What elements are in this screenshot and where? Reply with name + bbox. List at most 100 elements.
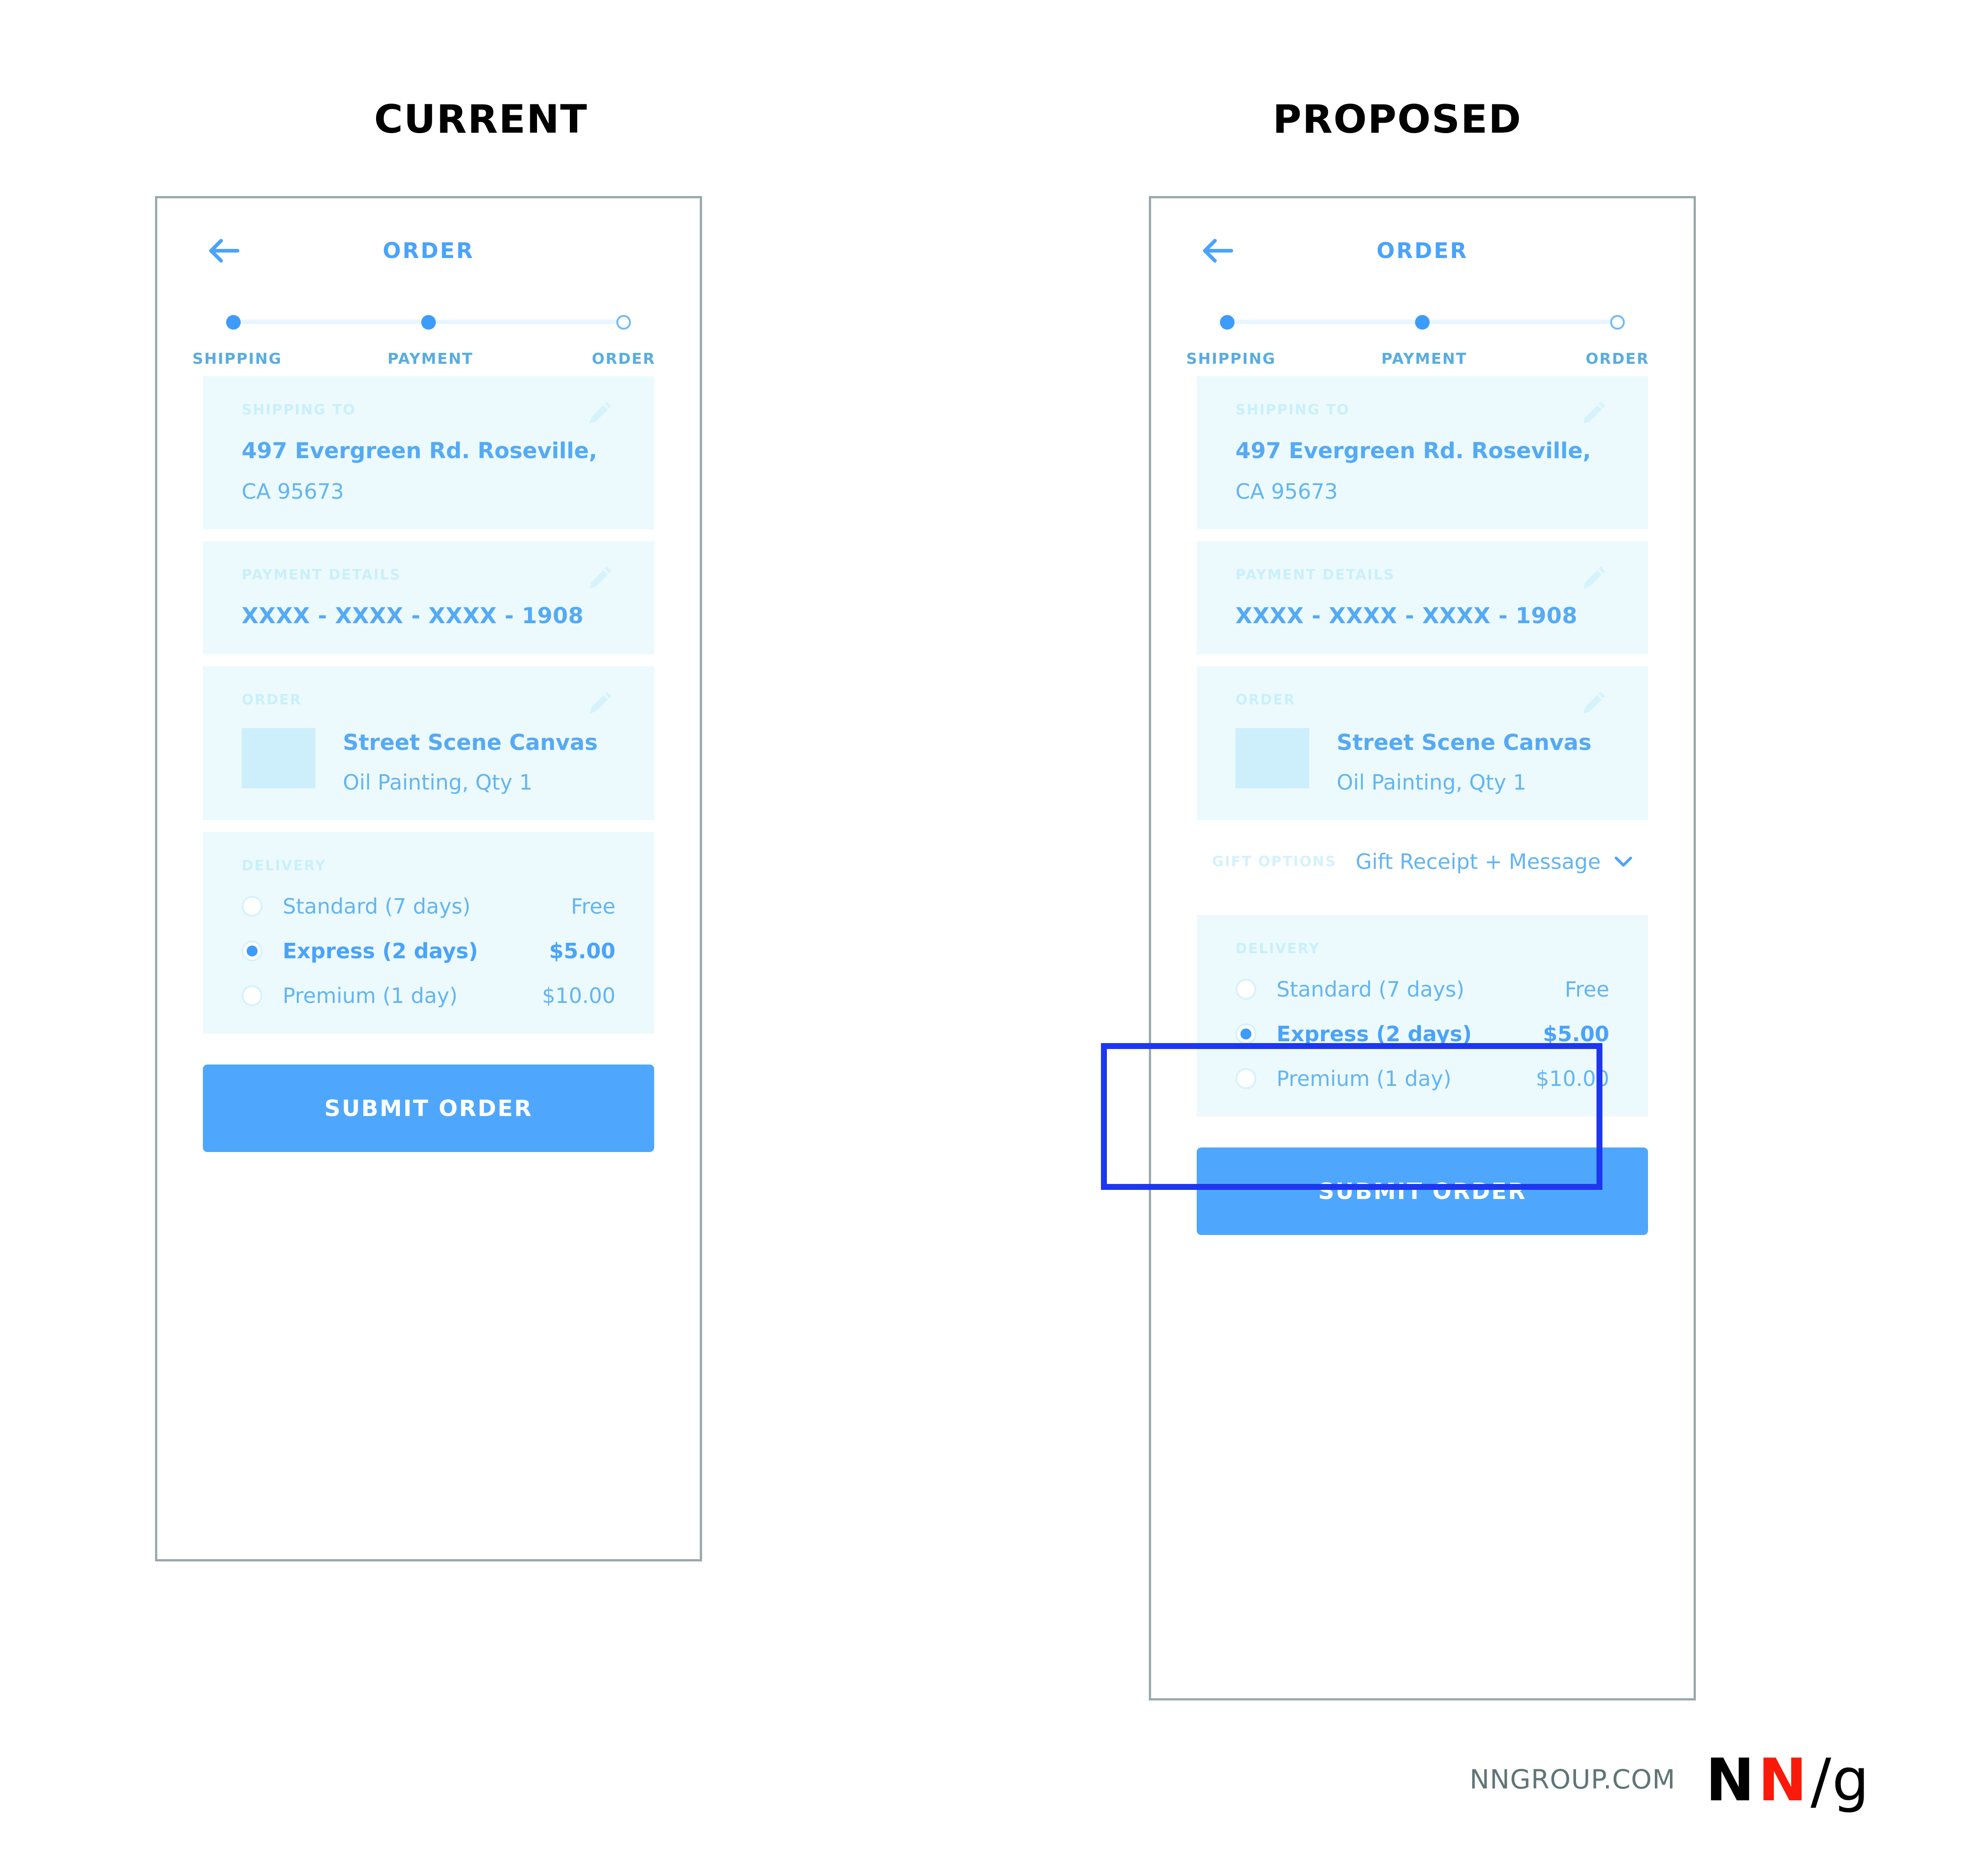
nng-logo: N N / g bbox=[1705, 1746, 1869, 1817]
product-subtitle: Oil Painting, Qty 1 bbox=[343, 770, 532, 795]
payment-card-number: XXXX - XXXX - XXXX - 1908 bbox=[1235, 603, 1578, 629]
delivery-option-label: Express (2 days) bbox=[1276, 1022, 1472, 1046]
delivery-option-price: Free bbox=[571, 894, 615, 919]
delivery-option-price: $10.00 bbox=[542, 983, 615, 1008]
shipping-card-label: SHIPPING TO bbox=[242, 402, 356, 418]
delivery-card: DELIVERY Standard (7 days) Free Express … bbox=[1197, 915, 1648, 1116]
gift-options-row[interactable]: GIFT OPTIONS Gift Receipt + Message bbox=[1197, 820, 1648, 903]
delivery-card-label: DELIVERY bbox=[242, 858, 326, 874]
delivery-option-label: Standard (7 days) bbox=[283, 894, 471, 919]
stepper-label-payment: PAYMENT bbox=[388, 350, 474, 367]
payment-card-label: PAYMENT DETAILS bbox=[242, 567, 401, 583]
delivery-option-express[interactable]: Express (2 days) $5.00 bbox=[1235, 1022, 1609, 1046]
pencil-icon[interactable] bbox=[1581, 565, 1607, 591]
product-info: Street Scene Canvas Oil Painting, Qty 1 bbox=[343, 728, 598, 795]
stepper-dot-payment bbox=[421, 315, 436, 330]
payment-card: PAYMENT DETAILS XXXX - XXXX - XXXX - 190… bbox=[1197, 541, 1648, 654]
radio-express[interactable] bbox=[1235, 1023, 1256, 1044]
stepper-dot-payment bbox=[1415, 315, 1430, 330]
payment-card-number: XXXX - XXXX - XXXX - 1908 bbox=[242, 603, 584, 629]
delivery-option-label: Express (2 days) bbox=[283, 939, 478, 963]
back-arrow-icon[interactable] bbox=[207, 234, 240, 267]
stepper-step-order[interactable]: ORDER bbox=[1576, 303, 1658, 367]
stepper-label-shipping: SHIPPING bbox=[1186, 350, 1276, 367]
stepper-step-order[interactable]: ORDER bbox=[583, 303, 665, 367]
shipping-address-line2: CA 95673 bbox=[242, 479, 344, 504]
stepper-dot-order bbox=[1610, 315, 1625, 330]
delivery-option-premium[interactable]: Premium (1 day) $10.00 bbox=[242, 983, 615, 1008]
radio-standard[interactable] bbox=[242, 896, 263, 917]
chevron-down-icon[interactable] bbox=[1614, 856, 1633, 868]
shipping-address-line1: 497 Evergreen Rd. Roseville, bbox=[242, 438, 597, 464]
footer: NNGROUP.COM N N / g bbox=[1469, 1746, 1869, 1817]
product-name: Street Scene Canvas bbox=[343, 730, 598, 755]
shipping-card: SHIPPING TO 497 Evergreen Rd. Roseville,… bbox=[203, 376, 654, 529]
stepper-dot-shipping bbox=[226, 315, 241, 330]
screen-current: ORDER SHIPPING PAYMENT ORDER SHIPPING TO bbox=[157, 198, 700, 1559]
stepper-step-shipping[interactable]: SHIPPING bbox=[1186, 303, 1276, 367]
logo-letter-n1: N bbox=[1705, 1747, 1755, 1814]
product-thumbnail bbox=[1235, 728, 1309, 788]
delivery-option-express[interactable]: Express (2 days) $5.00 bbox=[242, 939, 615, 963]
submit-order-label: SUBMIT ORDER bbox=[324, 1095, 533, 1121]
radio-premium[interactable] bbox=[242, 985, 263, 1006]
order-card: ORDER Street Scene Canvas Oil Painting, … bbox=[1197, 666, 1648, 820]
delivery-option-price: Free bbox=[1565, 977, 1609, 1002]
phone-mockup-proposed: ORDER SHIPPING PAYMENT ORDER SHIPPING TO bbox=[1149, 196, 1696, 1700]
gift-options-value: Gift Receipt + Message bbox=[1355, 849, 1601, 874]
pencil-icon[interactable] bbox=[587, 690, 613, 716]
submit-order-label: SUBMIT ORDER bbox=[1318, 1178, 1527, 1204]
delivery-options-list: Standard (7 days) Free Express (2 days) … bbox=[242, 894, 615, 1008]
gift-options-label: GIFT OPTIONS bbox=[1212, 853, 1337, 870]
page-title: ORDER bbox=[382, 238, 475, 264]
stepper-label-order: ORDER bbox=[1586, 350, 1649, 367]
shipping-address-line2: CA 95673 bbox=[1235, 479, 1338, 504]
product-thumbnail bbox=[242, 728, 315, 788]
stepper-step-payment[interactable]: PAYMENT bbox=[388, 303, 474, 367]
back-arrow-icon[interactable] bbox=[1201, 234, 1234, 267]
order-card-label: ORDER bbox=[1235, 692, 1296, 708]
screen-proposed: ORDER SHIPPING PAYMENT ORDER SHIPPING TO bbox=[1151, 198, 1694, 1698]
payment-card-label: PAYMENT DETAILS bbox=[1235, 567, 1395, 583]
radio-standard[interactable] bbox=[1235, 979, 1256, 1000]
submit-order-button[interactable]: SUBMIT ORDER bbox=[203, 1065, 654, 1152]
delivery-card: DELIVERY Standard (7 days) Free Express … bbox=[203, 832, 654, 1034]
order-card-label: ORDER bbox=[242, 692, 302, 708]
checkout-stepper: SHIPPING PAYMENT ORDER bbox=[1186, 303, 1648, 376]
product-name: Street Scene Canvas bbox=[1337, 730, 1592, 755]
delivery-option-price: $10.00 bbox=[1536, 1066, 1609, 1091]
pencil-icon[interactable] bbox=[587, 400, 613, 426]
stepper-dot-shipping bbox=[1220, 315, 1235, 330]
stepper-step-payment[interactable]: PAYMENT bbox=[1381, 303, 1466, 367]
logo-letter-n2: N bbox=[1758, 1747, 1807, 1814]
delivery-option-standard[interactable]: Standard (7 days) Free bbox=[1235, 977, 1609, 1002]
panel-title-current: CURRENT bbox=[374, 97, 588, 142]
pencil-icon[interactable] bbox=[1581, 690, 1607, 716]
logo-slash: / bbox=[1810, 1746, 1831, 1817]
stepper-step-shipping[interactable]: SHIPPING bbox=[192, 303, 282, 367]
shipping-address-line1: 497 Evergreen Rd. Roseville, bbox=[1235, 438, 1591, 464]
pencil-icon[interactable] bbox=[1581, 400, 1607, 426]
payment-card: PAYMENT DETAILS XXXX - XXXX - XXXX - 190… bbox=[203, 541, 654, 654]
product-info: Street Scene Canvas Oil Painting, Qty 1 bbox=[1337, 728, 1591, 795]
phone-mockup-current: ORDER SHIPPING PAYMENT ORDER SHIPPING TO bbox=[155, 196, 702, 1561]
delivery-option-standard[interactable]: Standard (7 days) Free bbox=[242, 894, 615, 919]
product-subtitle: Oil Painting, Qty 1 bbox=[1337, 770, 1526, 795]
stepper-label-order: ORDER bbox=[592, 350, 656, 367]
pencil-icon[interactable] bbox=[587, 565, 613, 591]
product-row: Street Scene Canvas Oil Painting, Qty 1 bbox=[1235, 728, 1609, 795]
submit-order-button[interactable]: SUBMIT ORDER bbox=[1197, 1147, 1648, 1235]
delivery-option-premium[interactable]: Premium (1 day) $10.00 bbox=[1235, 1066, 1609, 1091]
app-bar: ORDER bbox=[203, 198, 654, 303]
shipping-card: SHIPPING TO 497 Evergreen Rd. Roseville,… bbox=[1197, 376, 1648, 529]
radio-express[interactable] bbox=[242, 941, 263, 961]
stepper-dot-order bbox=[616, 315, 631, 330]
stepper-label-shipping: SHIPPING bbox=[192, 350, 282, 367]
shipping-card-label: SHIPPING TO bbox=[1235, 402, 1350, 418]
footer-url: NNGROUP.COM bbox=[1469, 1764, 1676, 1795]
product-row: Street Scene Canvas Oil Painting, Qty 1 bbox=[242, 728, 615, 795]
delivery-option-price: $5.00 bbox=[1543, 1022, 1609, 1046]
radio-premium[interactable] bbox=[1235, 1068, 1256, 1089]
page-title: ORDER bbox=[1376, 238, 1468, 264]
delivery-option-label: Premium (1 day) bbox=[283, 983, 458, 1008]
